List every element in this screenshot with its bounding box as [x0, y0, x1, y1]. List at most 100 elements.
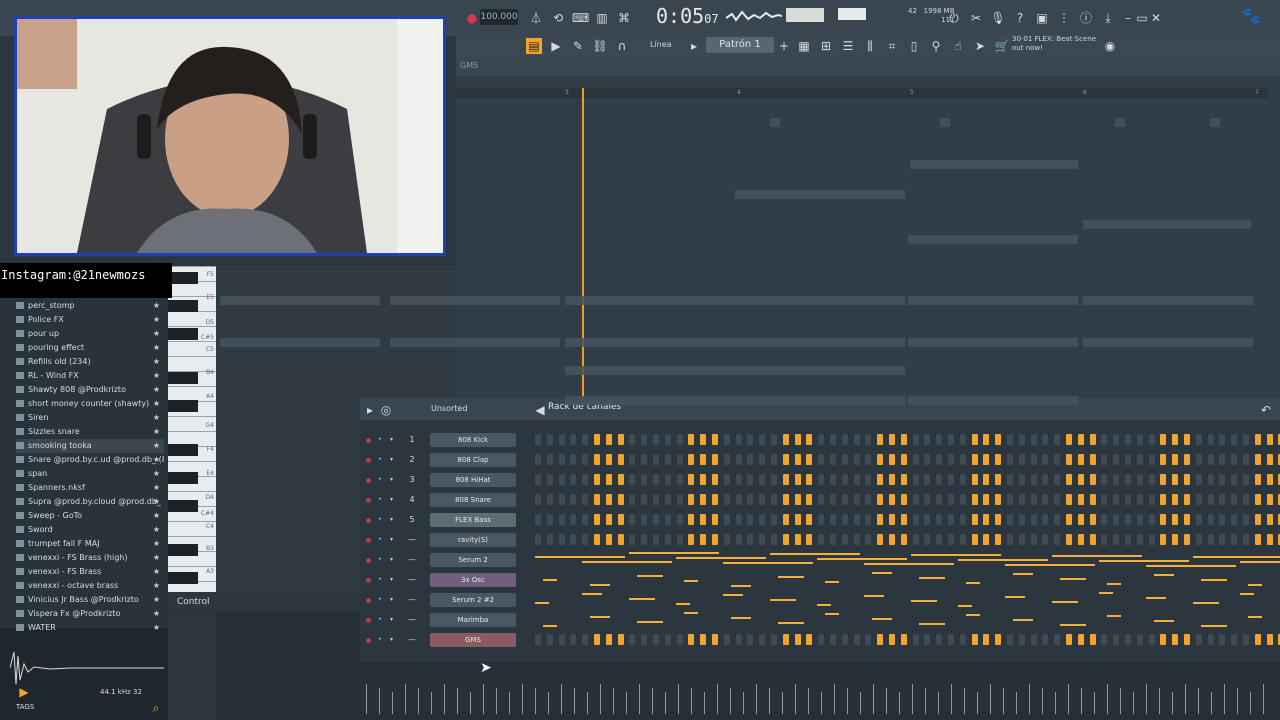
step-button[interactable]: [653, 454, 659, 465]
step-button[interactable]: [1266, 634, 1273, 645]
step-button[interactable]: [1148, 494, 1155, 505]
step-button[interactable]: [959, 634, 966, 645]
step-button[interactable]: [641, 514, 648, 525]
step-button[interactable]: [641, 454, 648, 465]
channel-number[interactable]: —: [404, 552, 420, 568]
step-button[interactable]: [1219, 474, 1226, 485]
white-key[interactable]: [168, 431, 216, 432]
channel-pan-icon[interactable]: •: [378, 516, 383, 523]
step-button[interactable]: [959, 474, 966, 485]
step-button[interactable]: [853, 494, 860, 505]
step-button[interactable]: [712, 514, 718, 525]
step-button[interactable]: [723, 474, 730, 485]
magnet-icon[interactable]: ∩: [614, 38, 630, 54]
channel-mute-led[interactable]: [366, 438, 371, 443]
play-pattern-icon[interactable]: ▸: [686, 38, 702, 54]
black-key[interactable]: [168, 300, 198, 312]
step-button[interactable]: [1207, 494, 1214, 505]
step-sequencer[interactable]: [535, 434, 1280, 446]
power-icon[interactable]: ⏻: [946, 10, 962, 26]
step-button[interactable]: [1195, 494, 1202, 505]
step-button[interactable]: [936, 454, 943, 465]
channel-pan-icon[interactable]: •: [378, 636, 383, 643]
step-button[interactable]: [1101, 634, 1108, 645]
step-button[interactable]: [1195, 534, 1202, 545]
step-button[interactable]: [1254, 634, 1261, 645]
step-button[interactable]: [1125, 494, 1131, 505]
step-button[interactable]: [641, 534, 648, 545]
step-button[interactable]: [558, 474, 565, 485]
step-button[interactable]: [889, 494, 895, 505]
step-button[interactable]: [794, 474, 801, 485]
step-button[interactable]: [1030, 434, 1037, 445]
step-button[interactable]: [1207, 634, 1214, 645]
step-button[interactable]: [1113, 634, 1120, 645]
step-button[interactable]: [605, 494, 612, 505]
favorite-star-icon[interactable]: ★: [153, 313, 160, 327]
step-button[interactable]: [594, 534, 600, 545]
step-button[interactable]: [688, 434, 695, 445]
favorite-star-icon[interactable]: ★: [153, 593, 160, 607]
step-button[interactable]: [971, 474, 978, 485]
step-button[interactable]: [629, 454, 636, 465]
step-button[interactable]: [1160, 494, 1167, 505]
step-button[interactable]: [1042, 534, 1049, 545]
favorite-star-icon[interactable]: ★: [153, 355, 160, 369]
step-button[interactable]: [558, 494, 565, 505]
step-button[interactable]: [924, 434, 931, 445]
step-button[interactable]: [1160, 534, 1167, 545]
step-button[interactable]: [806, 474, 813, 485]
step-button[interactable]: [735, 474, 742, 485]
save-icon[interactable]: ▣: [1034, 10, 1050, 26]
channel-row[interactable]: • ▾ — ravity(S): [362, 532, 530, 548]
step-button[interactable]: [1243, 474, 1249, 485]
brush-icon[interactable]: ✎: [570, 38, 586, 54]
step-button[interactable]: [546, 454, 553, 465]
step-button[interactable]: [771, 494, 777, 505]
step-button[interactable]: [535, 434, 541, 445]
step-button[interactable]: [723, 494, 730, 505]
channel-number[interactable]: 3: [404, 472, 420, 488]
browser-item[interactable]: Sweep - GoTo ★: [16, 509, 164, 523]
step-button[interactable]: [830, 634, 836, 645]
song-mode-icon[interactable]: ▶: [548, 38, 564, 54]
step-button[interactable]: [806, 534, 813, 545]
browser-item[interactable]: Snare @prod.by.c.ud @prod.db_ (8) ★: [16, 453, 164, 467]
playlist-clip[interactable]: [735, 296, 905, 305]
step-button[interactable]: [1160, 514, 1167, 525]
channel-pan-icon[interactable]: •: [378, 616, 383, 623]
step-button[interactable]: [830, 454, 836, 465]
favorite-star-icon[interactable]: ★: [153, 467, 160, 481]
step-button[interactable]: [1054, 534, 1061, 545]
channel-mute-led[interactable]: [366, 538, 371, 543]
step-button[interactable]: [546, 514, 553, 525]
step-button[interactable]: [912, 474, 919, 485]
step-button[interactable]: [1136, 534, 1143, 545]
step-button[interactable]: [594, 454, 600, 465]
channel-pan-icon[interactable]: •: [378, 476, 383, 483]
step-button[interactable]: [782, 534, 789, 545]
channel-number[interactable]: 4: [404, 492, 420, 508]
mixer-view-icon[interactable]: ⫼: [862, 38, 878, 54]
step-button[interactable]: [1066, 474, 1072, 485]
piano-keyboard[interactable]: F5 E5 D5 C#5 C5 B4 A4 G4 F4 E4 D4 C#4 C4 B3 A3: [168, 266, 216, 592]
black-key[interactable]: [168, 544, 198, 556]
step-button[interactable]: [1042, 454, 1049, 465]
playlist-clip[interactable]: [735, 366, 905, 375]
step-button[interactable]: [723, 534, 730, 545]
step-button[interactable]: [1207, 434, 1214, 445]
step-button[interactable]: [1243, 494, 1249, 505]
step-button[interactable]: [582, 494, 589, 505]
step-button[interactable]: [570, 634, 577, 645]
step-button[interactable]: [865, 514, 872, 525]
step-button[interactable]: [1007, 514, 1013, 525]
channel-pan-icon[interactable]: •: [378, 576, 383, 583]
favorite-star-icon[interactable]: ★: [153, 551, 160, 565]
step-button[interactable]: [959, 494, 966, 505]
blend-notes-icon[interactable]: ▥: [594, 10, 610, 26]
step-button[interactable]: [535, 474, 541, 485]
step-button[interactable]: [1172, 514, 1179, 525]
channel-number[interactable]: 2: [404, 452, 420, 468]
file-icon[interactable]: ▯: [906, 38, 922, 54]
channel-number[interactable]: —: [404, 592, 420, 608]
